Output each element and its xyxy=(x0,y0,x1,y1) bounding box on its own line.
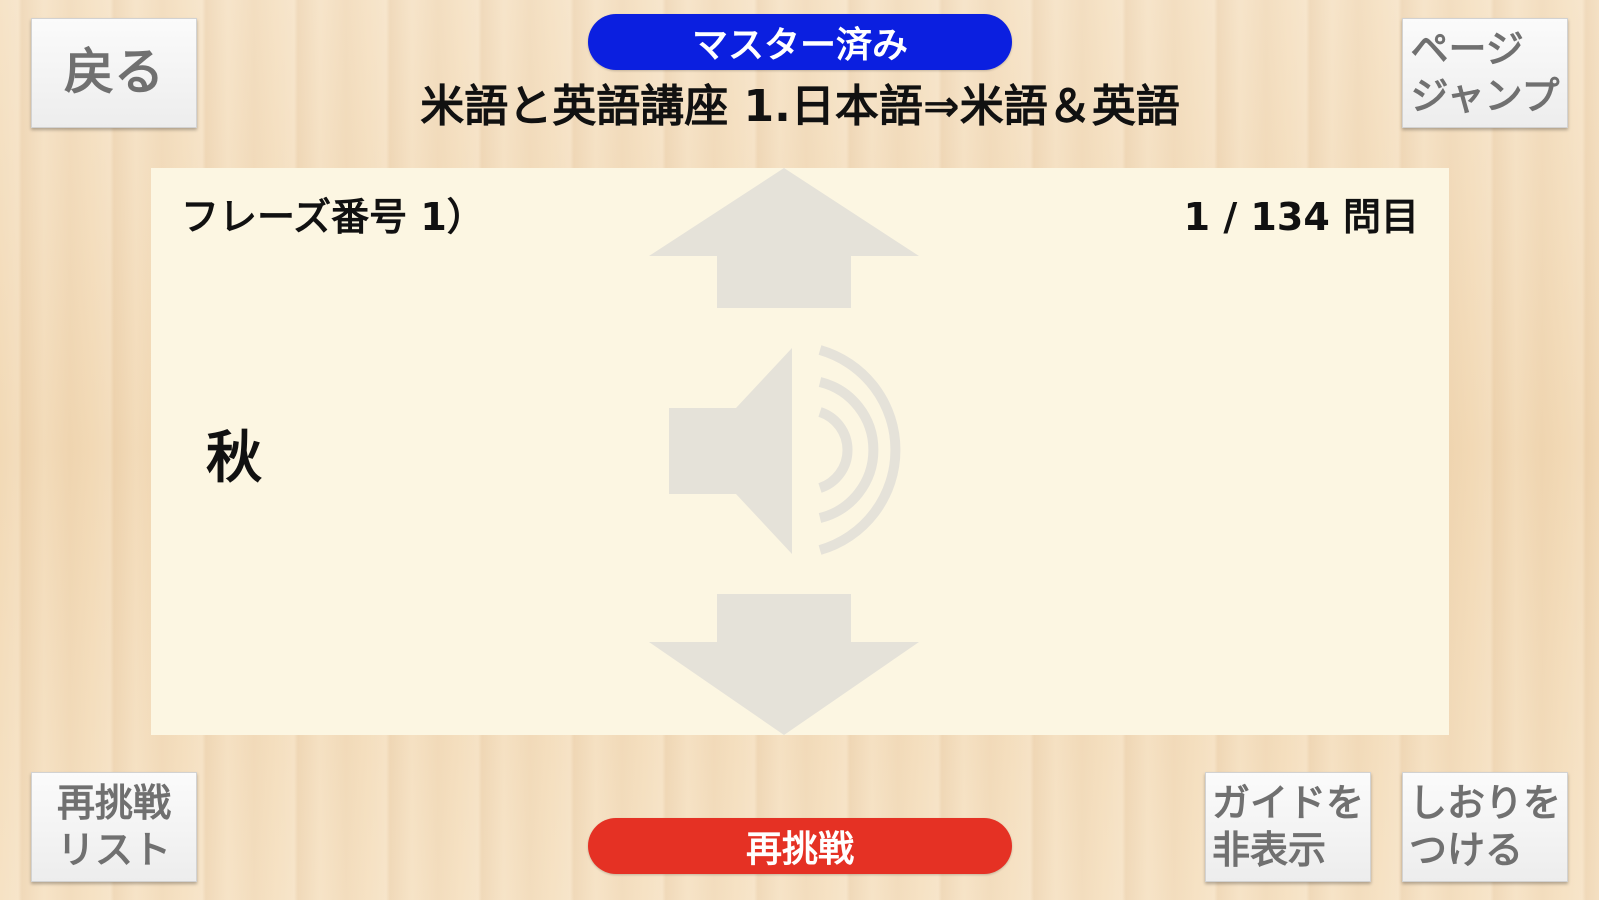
back-button[interactable]: 戻る xyxy=(31,18,197,128)
card-graphics xyxy=(649,168,919,735)
retry-list-button[interactable]: 再挑戦 リスト xyxy=(31,772,197,882)
flashcard[interactable]: フレーズ番号 1） 1 / 134 問目 秋 xyxy=(151,168,1449,735)
arrow-up-icon[interactable] xyxy=(649,168,919,308)
page-jump-button[interactable]: ページ ジャンプ xyxy=(1402,18,1568,128)
retry-button[interactable]: 再挑戦 xyxy=(588,818,1012,874)
phrase-number: フレーズ番号 1） xyxy=(181,195,485,239)
speaker-icon[interactable] xyxy=(669,345,901,555)
arrow-down-icon[interactable] xyxy=(649,594,919,735)
bookmark-button[interactable]: しおりを つける xyxy=(1402,772,1568,882)
hide-guide-button[interactable]: ガイドを 非表示 xyxy=(1205,772,1371,882)
question-counter: 1 / 134 問目 xyxy=(1183,195,1419,239)
mastered-button[interactable]: マスター済み xyxy=(588,14,1012,70)
page-title: 米語と英語講座 1.日本語⇒米語＆英語 xyxy=(420,81,1180,132)
prompt-word: 秋 xyxy=(206,426,262,491)
